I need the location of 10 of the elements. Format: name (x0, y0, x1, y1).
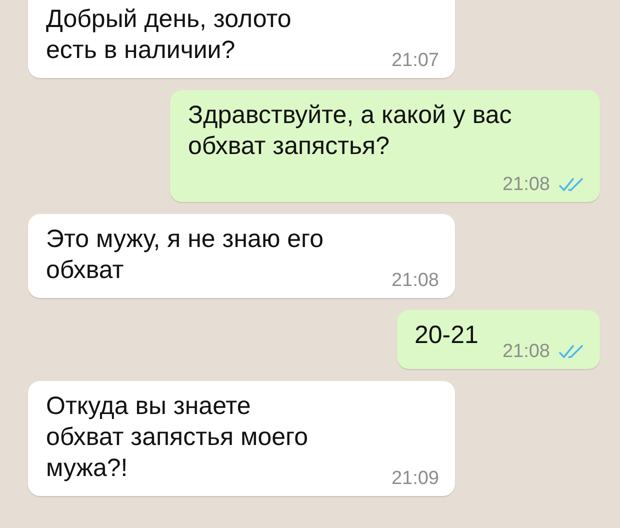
message-time: 21:08 (391, 270, 439, 292)
message-text: Это мужу, я не знаю его обхват (46, 224, 324, 286)
message-text: Здравствуйте, а какой у вас обхват запястья? (188, 100, 512, 162)
message-time: 21:09 (391, 468, 439, 490)
message-text: Откуда вы знаете обхват запястья моего мужа?! (46, 391, 308, 484)
message-time: 21:08 (502, 341, 550, 363)
message-time: 21:07 (391, 50, 439, 72)
message-time: 21:08 (502, 174, 550, 196)
message-text: Добрый день, золото есть в наличии? (46, 4, 292, 66)
message-text: 20-21 (414, 320, 478, 351)
